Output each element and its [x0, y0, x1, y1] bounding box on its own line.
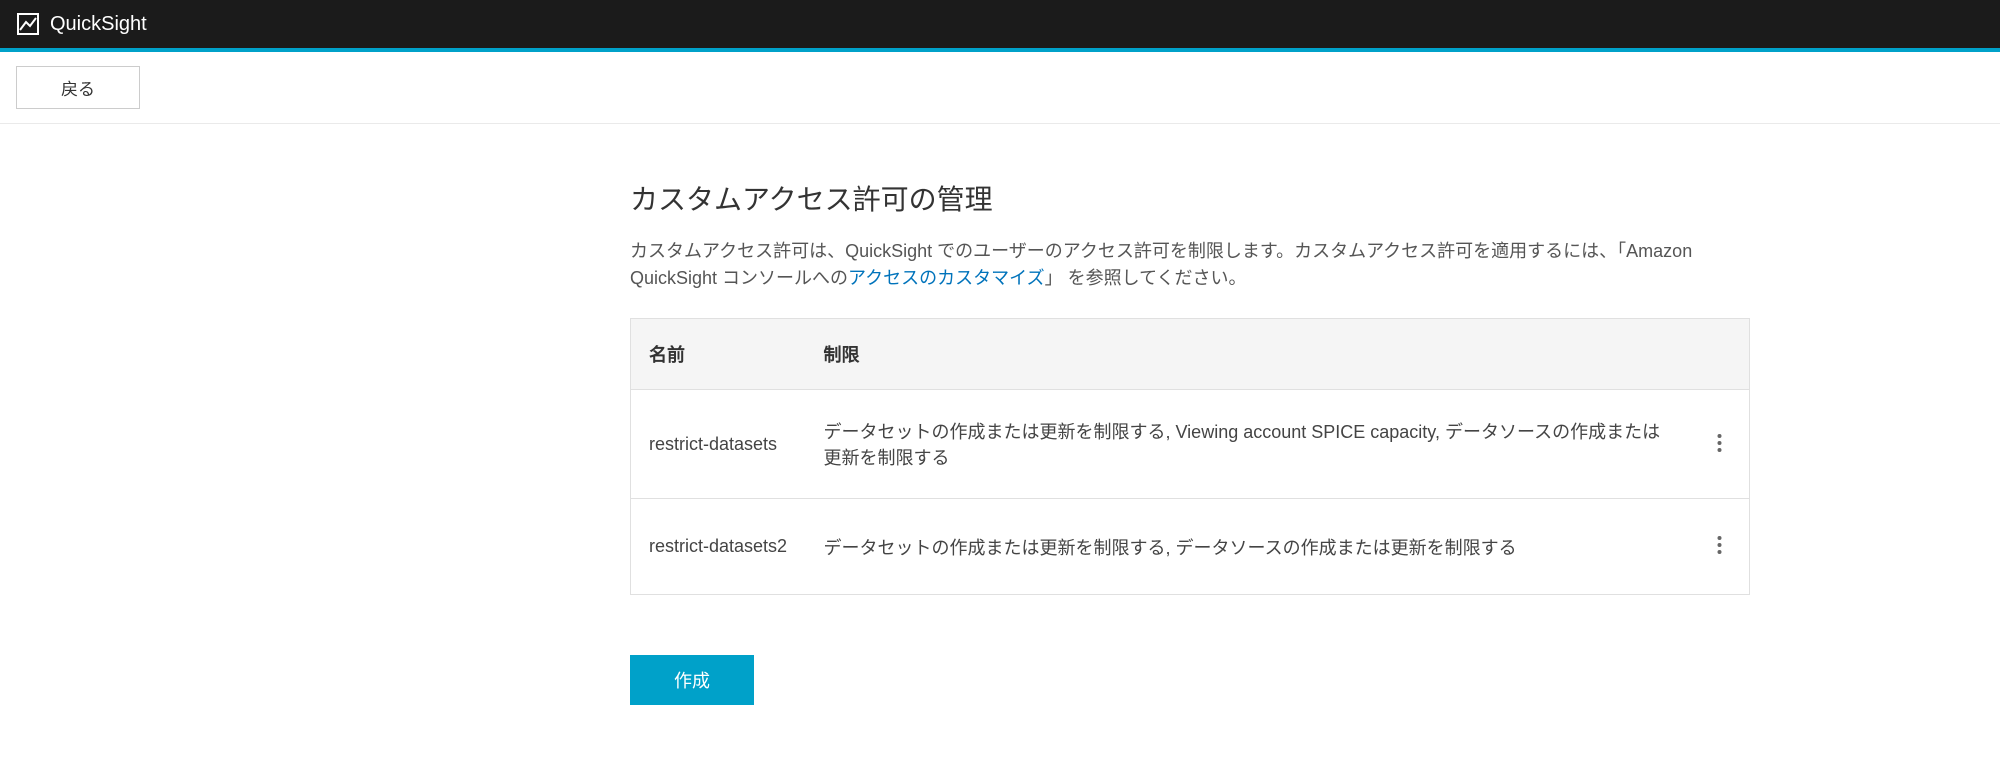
more-vertical-icon: [1717, 535, 1722, 558]
description-suffix: 」 を参照してください。: [1045, 268, 1247, 288]
permission-restrict-cell: データセットの作成または更新を制限する, Viewing account SPI…: [806, 390, 1690, 499]
main-content: カスタムアクセス許可の管理 カスタムアクセス許可は、QuickSight でのユ…: [230, 124, 1770, 745]
table-header: 名前 制限: [631, 319, 1750, 390]
table-row: restrict-datasets データセットの作成または更新を制限する, V…: [631, 390, 1750, 499]
page-title: カスタムアクセス許可の管理: [630, 178, 1750, 218]
table-row: restrict-datasets2 データセットの作成または更新を制限する, …: [631, 499, 1750, 595]
customize-access-link[interactable]: アクセスのカスタマイズ: [848, 268, 1045, 288]
app-header: QuickSight: [0, 0, 2000, 52]
more-vertical-icon: [1717, 433, 1722, 456]
app-name: QuickSight: [50, 13, 147, 36]
quicksight-logo-icon: [16, 12, 40, 36]
permission-name-cell: restrict-datasets: [631, 390, 806, 499]
permissions-table: 名前 制限 restrict-datasets データセットの作成または更新を制…: [630, 318, 1750, 595]
back-button[interactable]: 戻る: [16, 66, 140, 109]
permission-restrict-cell: データセットの作成または更新を制限する, データソースの作成または更新を制限する: [806, 499, 1690, 595]
app-logo[interactable]: QuickSight: [16, 12, 147, 36]
permission-name-cell: restrict-datasets2: [631, 499, 806, 595]
table-header-restrict: 制限: [806, 319, 1690, 390]
page-description: カスタムアクセス許可は、QuickSight でのユーザーのアクセス許可を制限し…: [630, 238, 1750, 292]
row-actions-button[interactable]: [1709, 425, 1730, 464]
table-header-name: 名前: [631, 319, 806, 390]
row-actions-button[interactable]: [1709, 527, 1730, 566]
table-header-actions: [1690, 319, 1750, 390]
toolbar: 戻る: [0, 52, 2000, 124]
create-button[interactable]: 作成: [630, 655, 754, 705]
